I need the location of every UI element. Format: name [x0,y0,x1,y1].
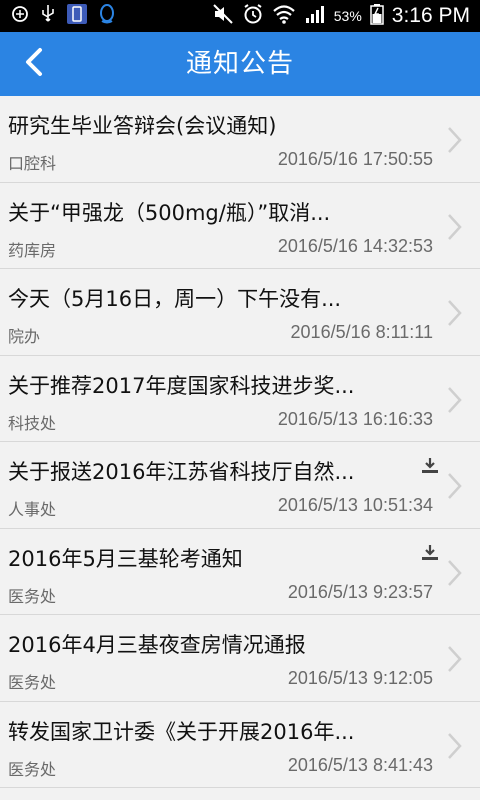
chevron-right-icon [448,127,462,153]
list-item[interactable]: 今天（5月16日，周一）下午没有... 院办 2016/5/16 8:11:11 [0,269,480,356]
notice-title: 2016年4月三基夜查房情况通报 [8,633,306,657]
page-title: 通知公告 [185,49,294,79]
notice-time: 2016/5/16 8:11:11 [290,322,433,342]
notice-title: 2016年5月三基轮考通知 [8,546,243,571]
chevron-right-icon [448,732,462,759]
chevron-right-icon [448,473,462,499]
chevron-right-icon [448,559,462,586]
list-item[interactable]: 转发国家卫计委《关于开展2016年... 医务处 2016/5/13 8:41:… [0,701,480,788]
chevron-right-icon [448,646,462,672]
list-item[interactable]: 研究生毕业答辩会(会议通知) 口腔科 2016/5/16 17:50:55 [0,96,480,183]
chevron-right-icon [448,386,462,413]
download-icon [422,544,438,560]
list-item[interactable]: 2016年4月三基夜查房情况通报 医务处 2016/5/13 9:12:05 [0,615,480,702]
status-bar-notifications [10,3,116,29]
notice-source: 医务处 [8,586,57,606]
list-item[interactable]: 关于报送2016年江苏省科技厅自然... 人事处 2016/5/13 10:51… [0,442,480,529]
chevron-right-icon [448,300,462,326]
status-bar: 53% 3:16 PM [0,0,480,32]
alarm-icon [242,3,264,29]
notice-title: 研究生毕业答辩会(会议通知) [8,114,277,138]
back-button[interactable] [14,46,54,82]
notice-title: 关于推荐2017年度国家科技进步奖... [8,373,355,398]
chevron-right-icon [448,213,462,240]
status-bar-system: 53% 3:16 PM [212,4,470,28]
signal-icon [304,3,326,29]
notice-source: 院办 [8,327,41,346]
wifi-icon [272,3,296,29]
notice-source: 药库房 [8,240,57,260]
notice-time: 2016/5/13 9:23:57 [287,581,433,602]
usb-icon [40,4,56,28]
notice-source: 人事处 [8,500,57,519]
sync-icon [10,4,30,28]
download-icon [422,458,438,473]
notice-source: 医务处 [8,673,57,692]
notice-source: 口腔科 [8,154,57,173]
chevron-left-icon [23,47,45,81]
battery-percent: 53% [333,8,362,24]
notice-title: 关于“甲强龙（500mg/瓶）”取消... [8,200,331,225]
qq-icon [98,3,116,29]
notice-title: 关于报送2016年江苏省科技厅自然... [8,460,355,484]
notice-time: 2016/5/16 14:32:53 [277,235,433,256]
notice-source: 科技处 [8,413,57,433]
notice-time: 2016/5/16 17:50:55 [277,149,433,169]
notice-time: 2016/5/13 16:16:33 [277,408,433,429]
notice-list: 研究生毕业答辩会(会议通知) 口腔科 2016/5/16 17:50:55 关于… [0,96,480,800]
notice-title: 转发国家卫计委《关于开展2016年... [8,719,355,744]
notice-title: 今天（5月16日，周一）下午没有... [8,287,342,311]
notice-time: 2016/5/13 9:12:05 [287,668,433,688]
notice-time: 2016/5/13 10:51:34 [277,495,433,515]
list-item[interactable]: 2016年5月三基轮考通知 医务处 2016/5/13 9:23:57 [0,528,480,615]
screenshot-icon [66,3,88,29]
battery-icon [370,3,384,29]
clock: 3:16 PM [391,4,470,27]
list-item[interactable]: 关于推荐2017年度国家科技进步奖... 科技处 2016/5/13 16:16… [0,355,480,442]
title-bar: 通知公告 [0,32,480,96]
mute-icon [212,3,234,29]
notice-time: 2016/5/13 8:41:43 [287,754,433,775]
list-item[interactable]: 关于“甲强龙（500mg/瓶）”取消... 药库房 2016/5/16 14:3… [0,182,480,269]
notice-source: 医务处 [8,759,57,779]
